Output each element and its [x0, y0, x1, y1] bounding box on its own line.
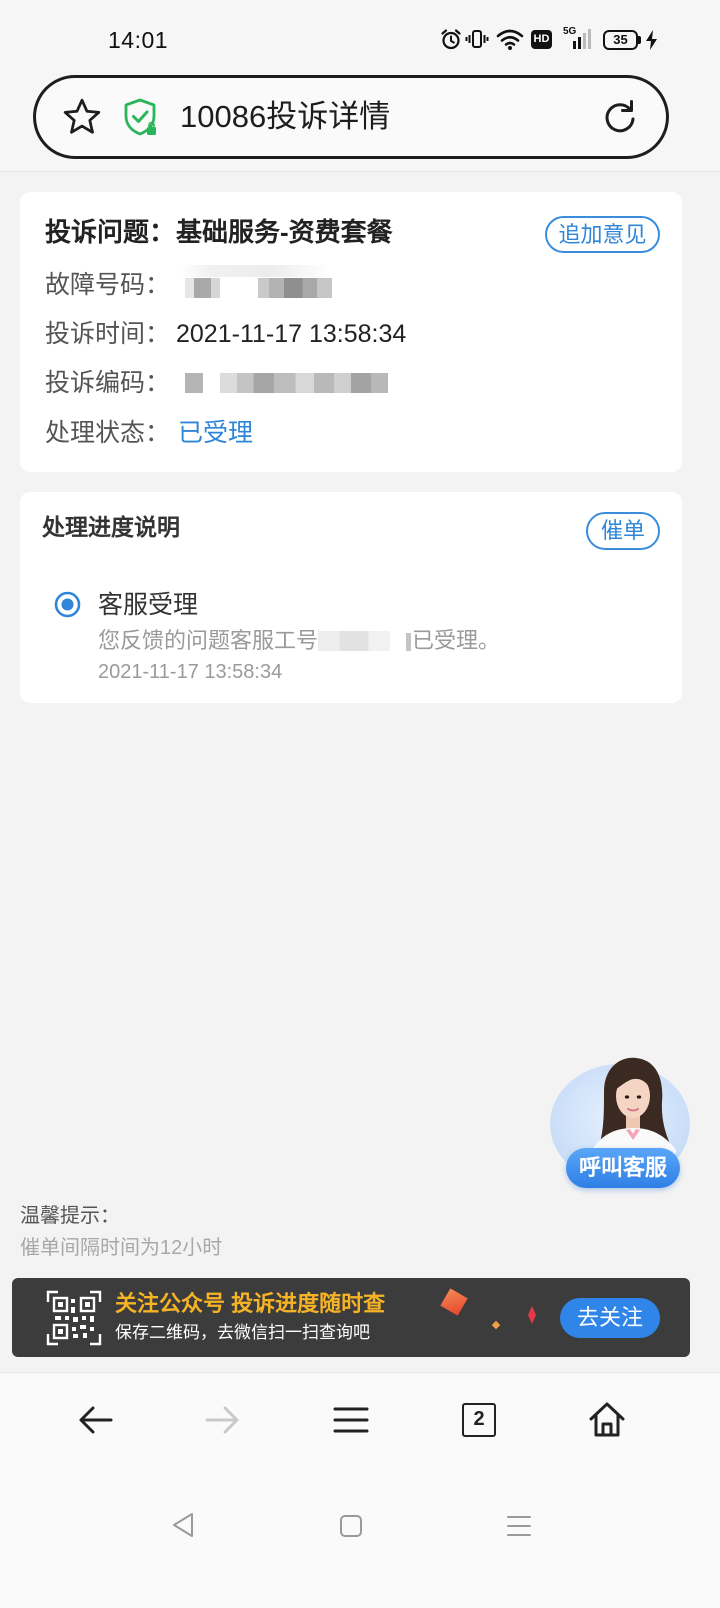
step-time: 2021-11-17 13:58:34: [98, 661, 283, 683]
battery-nub: [638, 36, 641, 44]
banner-headline: 关注公众号 投诉进度随时查: [115, 1291, 386, 1316]
complaint-time-value: 2021-11-17 13:58:34: [176, 320, 407, 348]
redacted-value: [258, 278, 332, 298]
nav-home-icon[interactable]: [339, 1514, 363, 1543]
redacted-value: [185, 278, 220, 298]
issue-value: 基础服务-资费套餐: [176, 217, 393, 247]
redacted-value: [185, 373, 203, 393]
forward-icon[interactable]: [205, 1404, 241, 1441]
tips-text: 催单间隔时间为12小时: [20, 1237, 223, 1259]
status-badge: 已受理: [178, 419, 254, 447]
back-icon[interactable]: [77, 1404, 113, 1441]
home-icon[interactable]: [588, 1400, 626, 1443]
redacted-value: [220, 373, 388, 393]
qr-code-icon: [46, 1290, 102, 1351]
status-time: 14:01: [108, 27, 169, 53]
star-icon[interactable]: [62, 97, 102, 142]
complaint-code-label: 投诉编码：: [45, 369, 171, 397]
step-desc-suffix: 已受理。: [412, 628, 501, 653]
urge-button[interactable]: 催单: [586, 512, 660, 550]
call-service-button[interactable]: 呼叫客服: [566, 1148, 680, 1188]
decorative-diamonds: [436, 1284, 546, 1339]
refresh-icon[interactable]: [600, 98, 640, 143]
step-radio-icon: [54, 591, 81, 623]
step-desc-prefix: 您反馈的问题客服工号: [98, 628, 319, 653]
hd-badge: HD: [531, 30, 552, 49]
redacted-value: [406, 633, 411, 651]
fault-number-label: 故障号码：: [45, 271, 171, 299]
page-title[interactable]: 10086投诉详情: [180, 97, 390, 137]
wifi-icon: [496, 27, 524, 56]
progress-title: 处理进度说明: [42, 514, 180, 540]
signal-icon: [572, 29, 592, 56]
status-label: 处理状态：: [45, 419, 171, 447]
menu-icon[interactable]: [333, 1404, 369, 1441]
redacted-haze: [180, 265, 330, 277]
complaint-time-label: 投诉时间：: [45, 320, 171, 348]
redacted-value: [318, 631, 390, 651]
charging-icon: [645, 29, 658, 56]
banner-subtext: 保存二维码，去微信扫一扫查询吧: [115, 1323, 370, 1342]
follow-button[interactable]: 去关注: [560, 1298, 660, 1338]
add-comment-button[interactable]: 追加意见: [545, 216, 660, 253]
issue-label: 投诉问题：: [45, 217, 176, 247]
step-title: 客服受理: [98, 591, 199, 619]
tabs-icon[interactable]: 2: [462, 1403, 496, 1437]
complaint-detail-card: 投诉问题： 基础服务-资费套餐 追加意见 故障号码： 投诉时间： 2021-11…: [20, 192, 682, 472]
nav-back-icon[interactable]: [171, 1512, 195, 1543]
nav-recents-icon[interactable]: [506, 1514, 532, 1543]
battery-icon: 35: [603, 30, 638, 50]
vibrate-icon: [465, 28, 489, 55]
shield-check-icon[interactable]: [122, 98, 160, 143]
alarm-icon: [440, 28, 462, 55]
tips-title: 温馨提示：: [20, 1205, 120, 1227]
progress-card: 处理进度说明 催单 客服受理 您反馈的问题客服工号 已受理。 2021-11-1…: [20, 492, 682, 703]
